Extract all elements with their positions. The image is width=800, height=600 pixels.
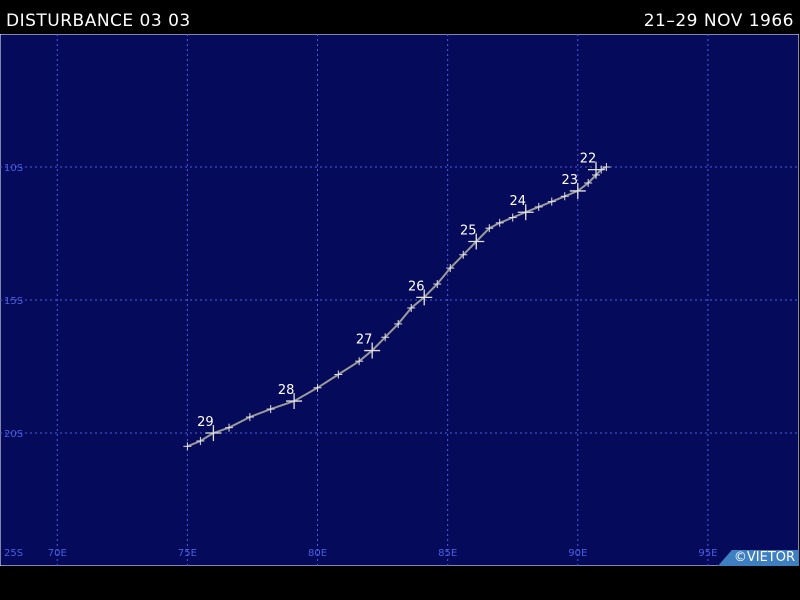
ocean-background [0,34,799,566]
lat-label: 25S [4,548,23,559]
lat-label: 20S [4,429,23,440]
title-bar: DISTURBANCE 03 03 21–29 NOV 1966 [0,0,800,34]
lon-label: 90E [568,548,587,559]
day-label: 28 [278,383,295,398]
lat-label: 15S [4,296,23,307]
lon-label: 75E [178,548,197,559]
lon-label: 70E [48,548,67,559]
day-label: 26 [408,279,425,294]
day-label: 29 [197,415,214,430]
day-label: 23 [562,173,579,188]
bottom-bar [0,566,800,600]
day-label: 27 [356,333,373,348]
credit-badge: ©VIETOR [717,550,799,566]
day-label: 25 [460,223,477,238]
lon-label: 95E [698,548,717,559]
day-label: 24 [509,194,526,209]
lon-label: 80E [308,548,327,559]
day-label: 22 [580,152,597,167]
date-range: 21–29 NOV 1966 [643,11,794,31]
track-map: 70E 75E 80E 85E 90E 95E 10S 15S 20S 25S 2223 24 25 2… [0,34,799,566]
lon-label: 85E [438,548,457,559]
storm-name: DISTURBANCE 03 03 [6,11,191,31]
lat-label: 10S [4,163,23,174]
